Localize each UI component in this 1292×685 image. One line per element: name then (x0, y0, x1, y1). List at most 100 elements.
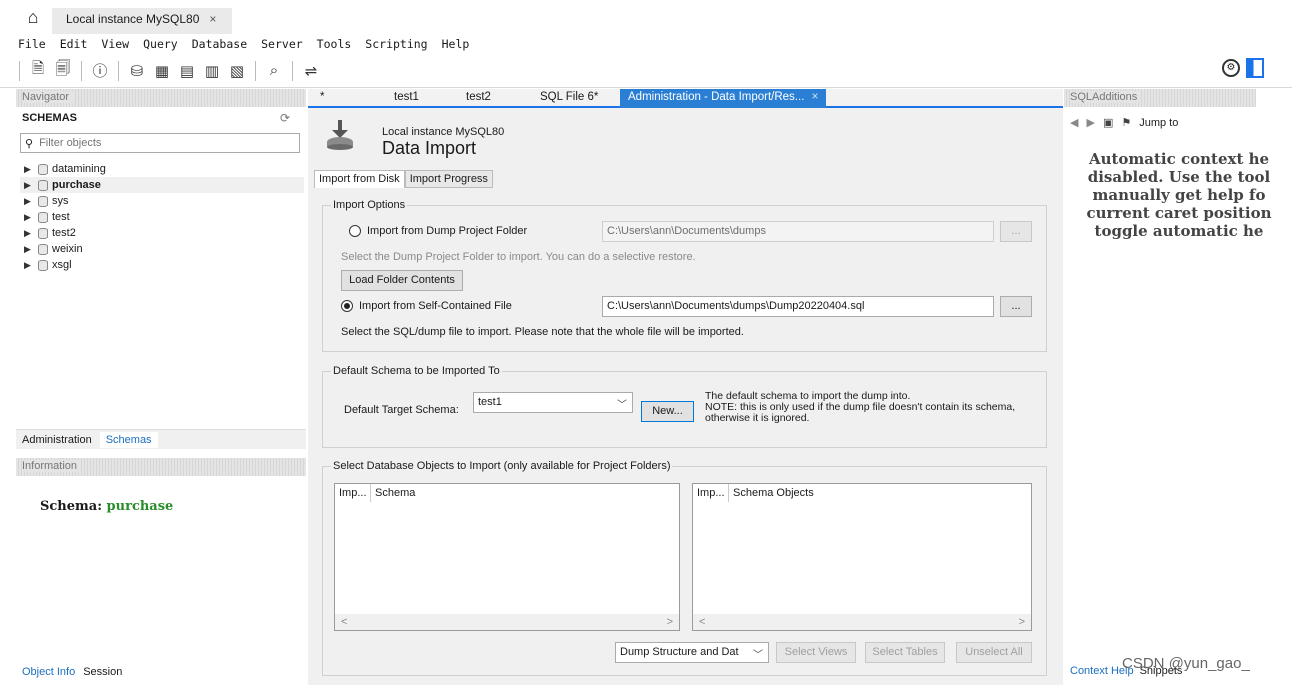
scroll-right-icon[interactable]: > (1019, 614, 1025, 630)
schema-item[interactable]: ▶ weixin (20, 241, 304, 257)
create-table-icon[interactable]: ▦ (152, 60, 172, 82)
editor-tab-test2[interactable]: test2 (466, 89, 491, 108)
schema-item[interactable]: ▶ purchase (20, 177, 304, 193)
editor-tab-administration[interactable]: Administration - Data Import/Res... × (620, 89, 827, 108)
column-import[interactable]: Imp... (693, 484, 729, 502)
select-tables-button[interactable]: Select Tables (865, 642, 945, 663)
jump-to-select[interactable]: Jump to (1139, 117, 1178, 129)
tab-import-from-disk[interactable]: Import from Disk (314, 170, 405, 188)
radio-self-contained-file[interactable]: Import from Self-Contained File (341, 300, 512, 312)
column-import[interactable]: Imp... (335, 484, 371, 502)
expand-arrow-icon[interactable]: ▶ (24, 212, 34, 223)
open-sql-script-icon[interactable]: 🗐 (53, 60, 73, 82)
dump-type-select[interactable]: Dump Structure and Dat ﹀ (615, 642, 769, 663)
menu-file[interactable]: File (18, 34, 46, 54)
filter-input[interactable] (39, 137, 280, 149)
expand-arrow-icon[interactable]: ▶ (24, 196, 34, 207)
menu-view[interactable]: View (101, 34, 129, 54)
menu-tools[interactable]: Tools (317, 34, 352, 54)
tab-schemas[interactable]: Schemas (99, 431, 158, 448)
tab-object-info[interactable]: Object Info (22, 666, 75, 678)
radio-circle[interactable] (341, 300, 353, 312)
import-subtabs: Import from Disk Import Progress (314, 170, 493, 188)
close-icon[interactable]: × (812, 91, 819, 103)
toggle-auto-help-icon[interactable]: ⚑ (1121, 116, 1131, 129)
menu-query[interactable]: Query (143, 34, 178, 54)
select-views-button[interactable]: Select Views (776, 642, 856, 663)
connection-tab-label: Local instance MySQL80 (66, 12, 200, 26)
scroll-right-icon[interactable]: > (667, 614, 673, 630)
toolbar-separator (19, 60, 20, 81)
forward-icon[interactable]: ▶ (1086, 116, 1094, 129)
schema-item[interactable]: ▶ datamining (20, 161, 304, 177)
schema-item[interactable]: ▶ test2 (20, 225, 304, 241)
toolbar-separator (255, 60, 256, 81)
schema-item[interactable]: ▶ sys (20, 193, 304, 209)
schema-info-label: Schema: (40, 499, 103, 514)
create-view-icon[interactable]: ▤ (177, 60, 197, 82)
browse-folder-button[interactable]: ... (1000, 221, 1032, 242)
dump-folder-path-field[interactable]: C:\Users\ann\Documents\dumps (602, 221, 994, 242)
tab-import-progress[interactable]: Import Progress (404, 170, 493, 188)
expand-arrow-icon[interactable]: ▶ (24, 180, 34, 191)
navigator-header: Navigator (16, 89, 306, 107)
create-procedure-icon[interactable]: ▥ (202, 60, 222, 82)
menu-database[interactable]: Database (192, 34, 247, 54)
unselect-all-button[interactable]: Unselect All (956, 642, 1032, 663)
scroll-left-icon[interactable]: < (699, 614, 705, 630)
menu-help[interactable]: Help (442, 34, 470, 54)
menu-server[interactable]: Server (261, 34, 303, 54)
manual-help-icon[interactable]: ▣ (1103, 116, 1113, 129)
column-schema-objects[interactable]: Schema Objects (729, 484, 818, 502)
chevron-down-icon: ﹀ (753, 650, 763, 661)
new-sql-tab-icon[interactable]: 🗎 (28, 60, 48, 82)
radio-circle[interactable] (349, 225, 361, 237)
context-help-text: Automatic context he disabled. Use the t… (1066, 150, 1292, 270)
menu-edit[interactable]: Edit (60, 34, 88, 54)
load-folder-contents-button[interactable]: Load Folder Contents (341, 270, 463, 291)
close-icon[interactable]: × (209, 12, 216, 34)
connection-tab[interactable]: Local instance MySQL80 × (52, 8, 232, 34)
back-icon[interactable]: ◀ (1070, 116, 1078, 129)
reconnect-icon[interactable]: ⇌ (301, 60, 321, 82)
editor-tab-label: Administration - Data Import/Res... (628, 91, 805, 103)
schema-item[interactable]: ▶ test (20, 209, 304, 225)
expand-arrow-icon[interactable]: ▶ (24, 244, 34, 255)
inspector-icon[interactable]: ⓘ (90, 60, 110, 82)
horizontal-scrollbar[interactable]: < > (693, 614, 1031, 630)
expand-arrow-icon[interactable]: ▶ (24, 228, 34, 239)
schema-objects-listbox-header: Imp... Schema Objects (693, 484, 1031, 502)
schema-item[interactable]: ▶ xsgl (20, 257, 304, 273)
scroll-left-icon[interactable]: < (341, 614, 347, 630)
database-icon (38, 227, 48, 239)
create-function-icon[interactable]: ▧ (227, 60, 247, 82)
browse-file-button[interactable]: ... (1000, 296, 1032, 317)
new-schema-button[interactable]: New... (641, 401, 694, 422)
horizontal-scrollbar[interactable]: < > (335, 614, 679, 630)
radio-dump-project-folder[interactable]: Import from Dump Project Folder (349, 225, 527, 237)
column-schema[interactable]: Schema (371, 484, 419, 502)
help-line: disabled. Use the tool (1087, 168, 1271, 186)
menu-scripting[interactable]: Scripting (365, 34, 427, 54)
default-target-schema-select[interactable]: test1 ﹀ (473, 392, 633, 413)
dump-file-path-field[interactable]: C:\Users\ann\Documents\dumps\Dump2022040… (602, 296, 994, 317)
search-table-data-icon[interactable]: ⌕ (264, 60, 284, 82)
filter-box[interactable]: ⚲ (20, 133, 300, 153)
toggle-sidebar-icon[interactable] (1246, 58, 1264, 78)
expand-arrow-icon[interactable]: ▶ (24, 260, 34, 271)
editor-tab-sql-file[interactable]: SQL File 6* (540, 89, 598, 108)
editor-tab-test1[interactable]: test1 (394, 89, 419, 108)
expand-arrow-icon[interactable]: ▶ (24, 164, 34, 175)
toolbar-right: ⚙ (1222, 58, 1264, 78)
settings-icon[interactable]: ⚙ (1222, 59, 1240, 77)
home-icon[interactable]: ⌂ (20, 8, 46, 28)
schema-listbox[interactable]: Imp... Schema < > (334, 483, 680, 631)
create-schema-icon[interactable]: ⛁ (127, 60, 147, 82)
tab-administration[interactable]: Administration (22, 434, 92, 446)
default-schema-note-line3: otherwise it is ignored. (705, 412, 810, 424)
refresh-icon[interactable]: ⟳ (280, 111, 290, 125)
tab-session[interactable]: Session (83, 666, 122, 678)
database-icon (38, 259, 48, 271)
database-icon (38, 211, 48, 223)
schema-objects-listbox[interactable]: Imp... Schema Objects < > (692, 483, 1032, 631)
